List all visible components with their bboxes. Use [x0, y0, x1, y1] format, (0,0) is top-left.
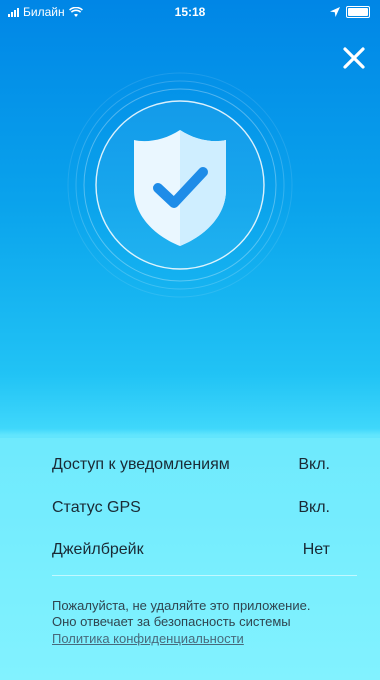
status-row-label: Джейлбрейк [52, 541, 144, 558]
status-row-gps: Статус GPS Вкл. [52, 499, 330, 517]
status-row-value: Вкл. [298, 456, 330, 473]
security-status-screen: Билайн 15:18 Доступ к уведомлениям Вкл. … [0, 0, 380, 680]
status-row-label: Статус GPS [52, 499, 141, 516]
warning-note: Пожалуйста, не удаляйте это приложение. … [52, 598, 352, 630]
status-row-label: Доступ к уведомлениям [52, 456, 230, 473]
status-row-notifications: Доступ к уведомлениям Вкл. [52, 456, 330, 474]
warning-note-line2: Оно отвечает за безопасность системы [52, 614, 291, 629]
status-row-value: Вкл. [298, 499, 330, 516]
divider [52, 575, 357, 576]
warning-note-line1: Пожалуйста, не удаляйте это приложение. [52, 598, 311, 613]
status-row-jailbreak: Джейлбрейк Нет [52, 541, 330, 559]
privacy-policy-link[interactable]: Политика конфиденциальности [52, 631, 244, 646]
status-row-value: Нет [302, 541, 330, 558]
shield-check-icon [134, 130, 226, 246]
